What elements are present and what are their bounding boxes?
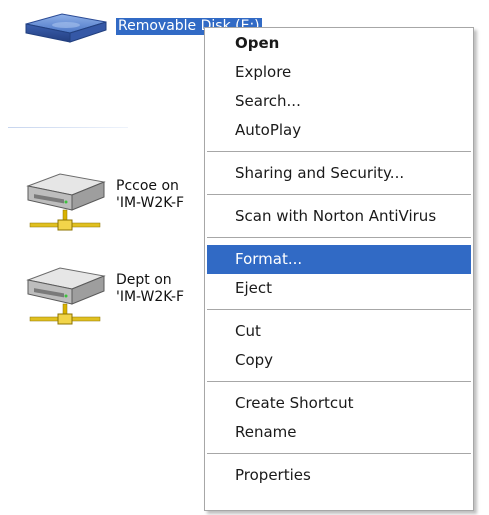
menu-separator xyxy=(207,381,471,382)
menu-item-format[interactable]: Format... xyxy=(207,245,471,274)
network-drive-pccoe-line2: 'IM-W2K-F xyxy=(116,195,185,211)
menu-separator xyxy=(207,237,471,238)
menu-item-copy[interactable]: Copy xyxy=(207,346,471,375)
menu-separator xyxy=(207,453,471,454)
menu-item-explore[interactable]: Explore xyxy=(207,58,471,87)
menu-item-open[interactable]: Open xyxy=(207,29,471,58)
menu-item-scan-with-norton-antivirus[interactable]: Scan with Norton AntiVirus xyxy=(207,202,471,231)
network-drive-pccoe-label: Pccoe on 'IM-W2K-F xyxy=(116,178,184,212)
network-drive-dept-label: Dept on 'IM-W2K-F xyxy=(116,272,184,306)
network-drive-pccoe-line1: Pccoe on xyxy=(116,178,179,194)
menu-item-cut[interactable]: Cut xyxy=(207,317,471,346)
menu-item-eject[interactable]: Eject xyxy=(207,274,471,303)
network-drive-icon xyxy=(26,173,106,231)
menu-item-sharing-and-security[interactable]: Sharing and Security... xyxy=(207,159,471,188)
network-drive-pccoe[interactable]: Pccoe on 'IM-W2K-F xyxy=(22,168,222,240)
network-drive-dept-line1: Dept on xyxy=(116,272,172,288)
menu-item-create-shortcut[interactable]: Create Shortcut xyxy=(207,389,471,418)
network-drive-dept[interactable]: Dept on 'IM-W2K-F xyxy=(22,262,222,334)
menu-item-properties[interactable]: Properties xyxy=(207,461,471,490)
menu-item-autoplay[interactable]: AutoPlay xyxy=(207,116,471,145)
removable-disk-icon xyxy=(25,13,107,43)
menu-separator xyxy=(207,309,471,310)
menu-item-rename[interactable]: Rename xyxy=(207,418,471,447)
menu-separator xyxy=(207,194,471,195)
section-divider xyxy=(8,127,128,128)
menu-separator xyxy=(207,151,471,152)
context-menu: Open Explore Search... AutoPlay Sharing and … xyxy=(204,27,474,511)
network-drive-dept-line2: 'IM-W2K-F xyxy=(116,289,185,305)
network-drive-icon xyxy=(26,267,106,325)
menu-item-search[interactable]: Search... xyxy=(207,87,471,116)
